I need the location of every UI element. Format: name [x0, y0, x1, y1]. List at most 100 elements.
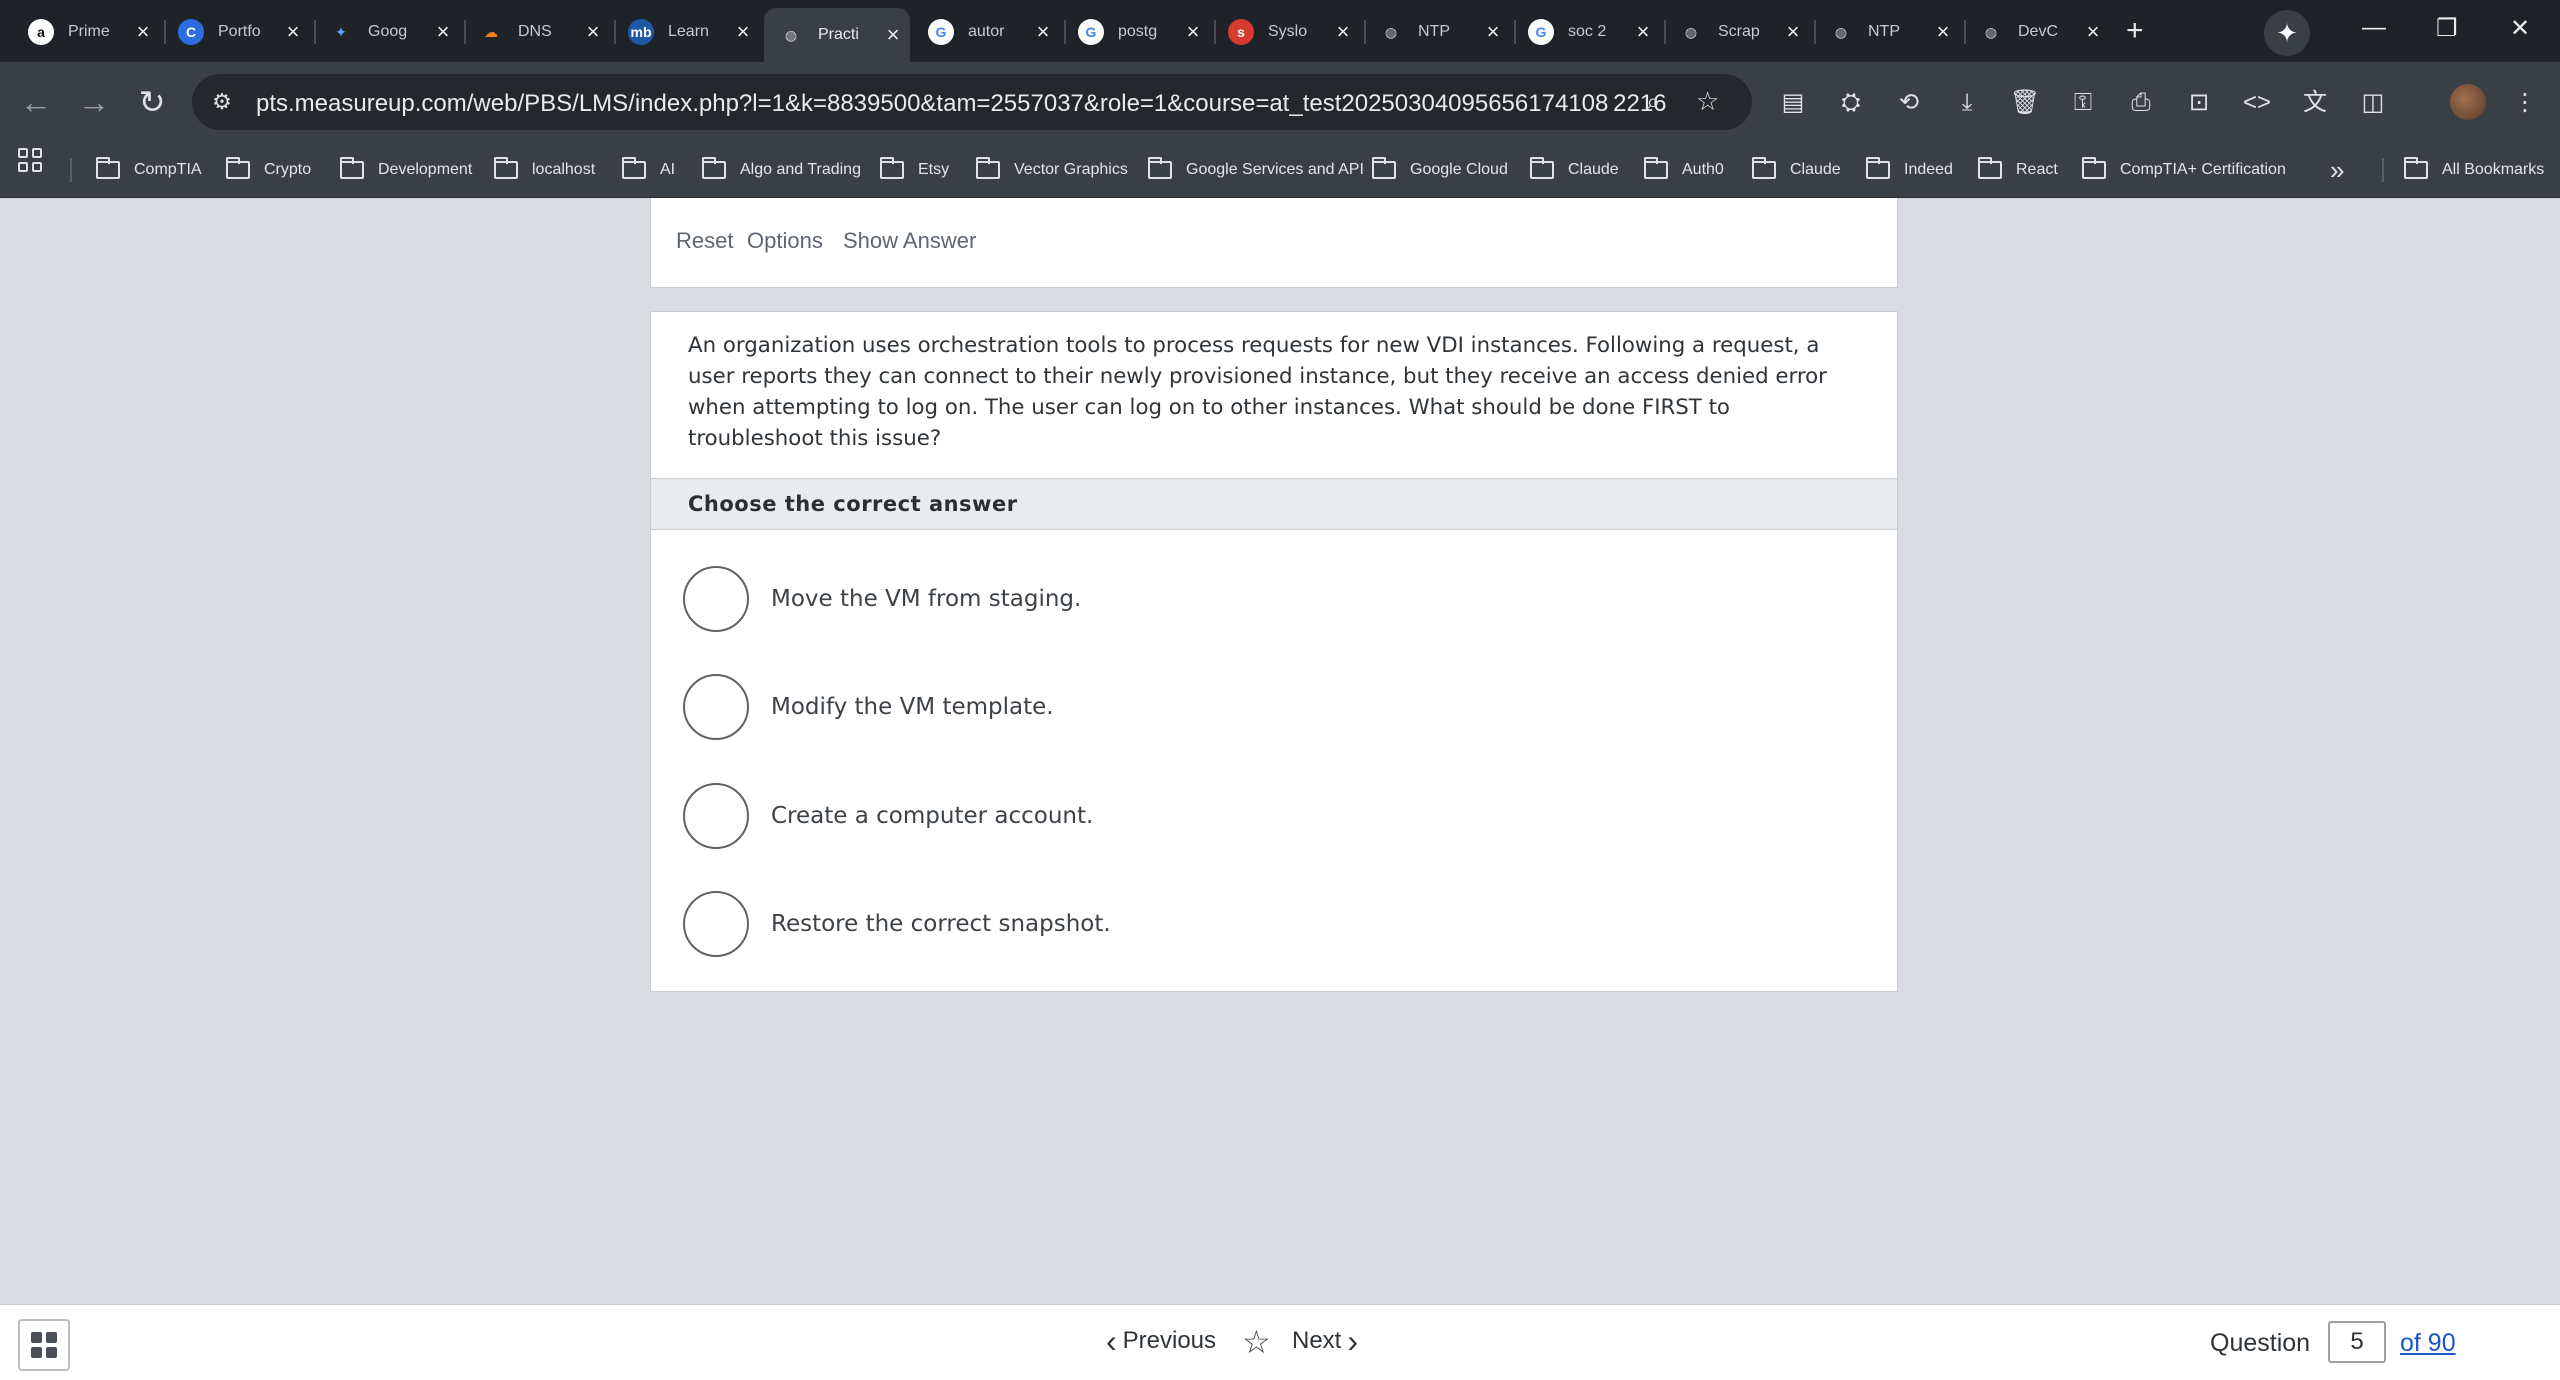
browser-tab[interactable]: C Portfo ×	[164, 10, 310, 54]
all-bookmarks-button[interactable]: All Bookmarks	[2404, 154, 2544, 186]
bookmark-folder[interactable]: CompTIA+ Certification	[2082, 154, 2286, 186]
browser-tab[interactable]: ◍ DevC ×	[1964, 10, 2110, 54]
menu-kebab-icon[interactable]: ⋮	[2508, 86, 2542, 120]
show-answer-link[interactable]: Show Answer	[843, 228, 976, 254]
answer-label[interactable]: Modify the VM template.	[771, 694, 1054, 720]
back-icon[interactable]: ←	[14, 80, 58, 124]
close-tab-icon[interactable]: ×	[1332, 21, 1354, 43]
bookmark-folder[interactable]: React	[1978, 154, 2058, 186]
close-tab-icon[interactable]: ×	[732, 21, 754, 43]
bookmark-folder[interactable]: Etsy	[880, 154, 949, 186]
question-total-link[interactable]: of 90	[2400, 1329, 2456, 1358]
previous-button[interactable]: ‹ Previous	[1106, 1325, 1216, 1357]
answer-label[interactable]: Move the VM from staging.	[771, 586, 1081, 612]
answer-option[interactable]: Modify the VM template.	[683, 674, 1863, 744]
folder-icon	[2404, 157, 2428, 179]
bookmark-folder[interactable]: Google Cloud	[1372, 154, 1508, 186]
browser-tab[interactable]: ◍ NTP ×	[1814, 10, 1960, 54]
bookmark-folder[interactable]: Development	[340, 154, 472, 186]
bookmark-star-icon[interactable]: ☆	[1696, 86, 1719, 117]
reload-icon[interactable]: ↻	[130, 80, 174, 124]
browser-tab[interactable]: s Syslo ×	[1214, 10, 1360, 54]
close-window-icon[interactable]: ✕	[2510, 14, 2530, 43]
close-tab-icon[interactable]: ×	[132, 21, 154, 43]
incognito-icon[interactable]: ⛭	[1834, 86, 1868, 120]
restore-icon[interactable]: ❐	[2436, 14, 2458, 43]
flag-star-icon[interactable]: ☆	[1242, 1323, 1271, 1361]
question-number-input[interactable]: 5	[2328, 1321, 2386, 1363]
trash-icon[interactable]: 🗑	[2008, 86, 2042, 120]
bookmark-label: localhost	[532, 161, 596, 178]
bookmarks-overflow-icon[interactable]: »	[2330, 154, 2344, 186]
browser-tab[interactable]: ◍ Practi ×	[764, 8, 910, 62]
translate-icon[interactable]: 文	[2298, 86, 2332, 120]
next-button[interactable]: Next ›	[1292, 1325, 1358, 1357]
answer-label[interactable]: Restore the correct snapshot.	[771, 911, 1111, 937]
minimize-icon[interactable]: —	[2362, 14, 2386, 42]
site-info-icon[interactable]: ⚙	[206, 86, 238, 118]
gemini-icon[interactable]: ✦	[2264, 10, 2310, 56]
browser-tab[interactable]: ◍ NTP ×	[1364, 10, 1510, 54]
folder-icon	[976, 157, 1000, 179]
bookmark-folder[interactable]: Algo and Trading	[702, 154, 861, 186]
cast-icon[interactable]: ⊡	[2182, 86, 2216, 120]
download-icon[interactable]: ⤓	[1950, 86, 1984, 120]
bookmark-label: Auth0	[1682, 161, 1724, 178]
zoom-icon[interactable]: ⌕	[1646, 86, 1661, 118]
forward-icon[interactable]: →	[72, 80, 116, 124]
side-panel-icon[interactable]: ◫	[2356, 86, 2390, 120]
bookmark-folder[interactable]: CompTIA	[96, 154, 202, 186]
radio-button[interactable]	[683, 891, 749, 957]
apps-icon[interactable]	[18, 148, 42, 172]
bookmark-folder[interactable]: Indeed	[1866, 154, 1953, 186]
browser-tab[interactable]: Gsoc 2 ×	[1514, 10, 1660, 54]
browser-tab[interactable]: a Prime ×	[14, 10, 160, 54]
close-tab-icon[interactable]: ×	[1482, 21, 1504, 43]
close-tab-icon[interactable]: ×	[2082, 21, 2104, 43]
close-tab-icon[interactable]: ×	[432, 21, 454, 43]
close-tab-icon[interactable]: ×	[1632, 21, 1654, 43]
radio-button[interactable]	[683, 674, 749, 740]
question-text: An organization uses orchestration tools…	[688, 333, 1827, 451]
radio-button[interactable]	[683, 783, 749, 849]
devtools-code-icon[interactable]: <>	[2240, 86, 2274, 120]
bookmark-folder[interactable]: Claude	[1530, 154, 1619, 186]
question-grid-icon[interactable]	[18, 1319, 70, 1371]
url-text[interactable]: pts.measureup.com/web/PBS/LMS/index.php?…	[256, 90, 1667, 118]
print-icon[interactable]: ⎙	[2124, 86, 2158, 120]
browser-tab[interactable]: Gpostg ×	[1064, 10, 1210, 54]
history-icon[interactable]: ⟲	[1892, 86, 1926, 120]
options-link[interactable]: Options	[747, 228, 823, 254]
password-key-icon[interactable]: ⚿	[2066, 86, 2100, 120]
bookmark-folder[interactable]: localhost	[494, 154, 595, 186]
browser-tab[interactable]: ✦ Goog ×	[314, 10, 460, 54]
radio-button[interactable]	[683, 566, 749, 632]
close-tab-icon[interactable]: ×	[882, 24, 904, 46]
bookmark-folder[interactable]: Claude	[1752, 154, 1841, 186]
close-tab-icon[interactable]: ×	[1182, 21, 1204, 43]
close-tab-icon[interactable]: ×	[582, 21, 604, 43]
browser-tab[interactable]: ☁ DNS ×	[464, 10, 610, 54]
close-tab-icon[interactable]: ×	[1032, 21, 1054, 43]
close-tab-icon[interactable]: ×	[1782, 21, 1804, 43]
close-tab-icon[interactable]: ×	[1932, 21, 1954, 43]
close-tab-icon[interactable]: ×	[282, 21, 304, 43]
bookmark-folder[interactable]: AI	[622, 154, 675, 186]
new-tab-button[interactable]: +	[2126, 14, 2144, 48]
answer-option[interactable]: Move the VM from staging.	[683, 566, 1863, 636]
browser-tab[interactable]: Gautor ×	[914, 10, 1060, 54]
address-bar[interactable]: ⚙ pts.measureup.com/web/PBS/LMS/index.ph…	[192, 74, 1752, 130]
browser-tab[interactable]: ◍ Scrap ×	[1664, 10, 1810, 54]
bookmark-folder[interactable]: Crypto	[226, 154, 311, 186]
bookmark-folder[interactable]: Vector Graphics	[976, 154, 1128, 186]
bookmark-folder[interactable]: Google Services and API	[1148, 154, 1364, 186]
browser-tab[interactable]: mb Learn ×	[614, 10, 760, 54]
answer-option[interactable]: Create a computer account.	[683, 783, 1863, 853]
bookmark-label: Vector Graphics	[1014, 161, 1128, 178]
reading-mode-icon[interactable]: ▤	[1776, 86, 1810, 120]
reset-link[interactable]: Reset	[676, 228, 733, 254]
profile-avatar[interactable]	[2450, 84, 2486, 120]
bookmark-folder[interactable]: Auth0	[1644, 154, 1724, 186]
answer-option[interactable]: Restore the correct snapshot.	[683, 891, 1863, 961]
answer-label[interactable]: Create a computer account.	[771, 803, 1093, 829]
